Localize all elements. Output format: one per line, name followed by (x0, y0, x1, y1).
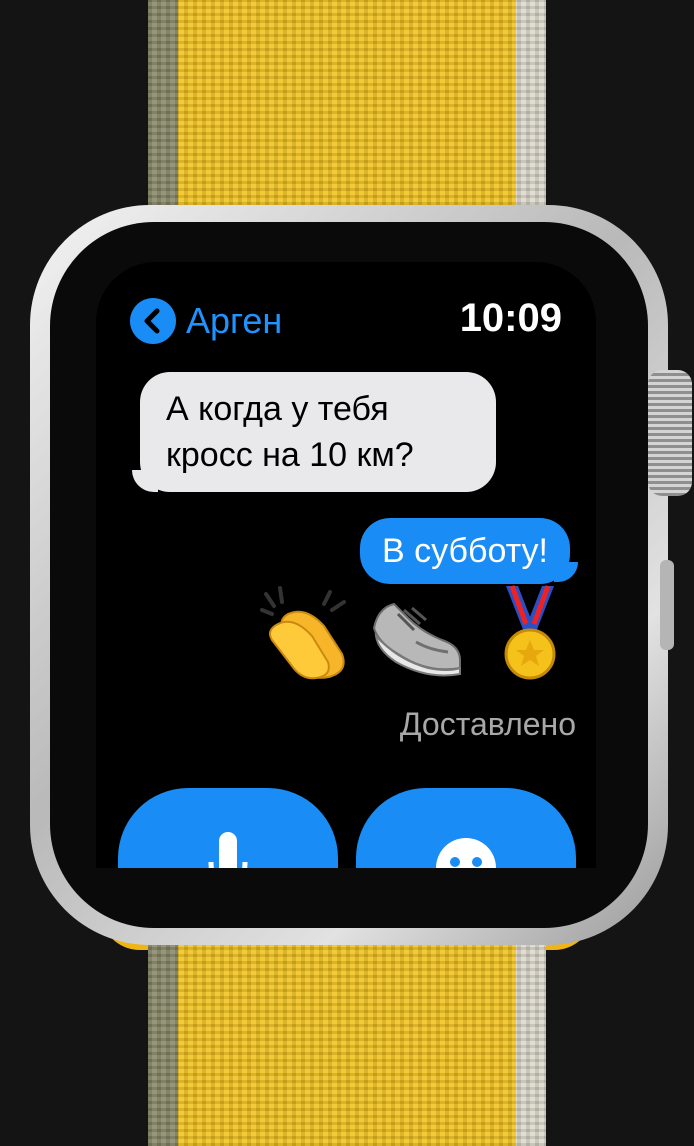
delivery-status: Доставлено (399, 706, 576, 742)
outgoing-bubble-tail (554, 562, 578, 582)
incoming-bubble-tail (132, 470, 158, 492)
incoming-message-bubble: А когда у тебя кросс на 10 км? (140, 372, 496, 492)
microphone-icon (208, 832, 248, 868)
running-shoe-emoji (372, 602, 461, 677)
watch-band-top (148, 0, 546, 240)
watch-screen: Арген 10:09 А когда у тебя кросс на 10 к… (96, 262, 596, 868)
chevron-left-icon (130, 298, 176, 344)
side-button[interactable] (660, 560, 674, 650)
clock-time: 10:09 (459, 296, 562, 340)
outgoing-message-bubble: В субботу! (359, 518, 570, 584)
digital-crown[interactable] (648, 370, 692, 496)
dictation-button[interactable] (118, 788, 338, 868)
sports-medal-emoji (504, 585, 556, 680)
back-button[interactable]: Арген (130, 296, 282, 346)
contact-name: Арген (186, 300, 283, 341)
emoji-button[interactable] (356, 788, 576, 868)
incoming-message-line: А когда у тебя (166, 390, 389, 428)
clapping-hands-emoji (260, 586, 346, 680)
emoji-icon (436, 838, 496, 868)
incoming-message-line: кросс на 10 км? (166, 436, 414, 474)
